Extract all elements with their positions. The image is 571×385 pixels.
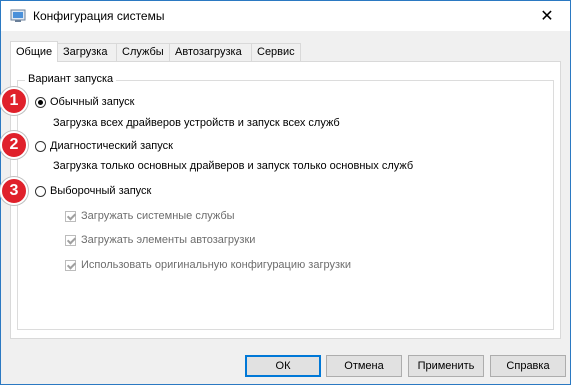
radio-button-checked[interactable] [35, 96, 46, 108]
load-system-services-label: Загружать системные службы [81, 210, 235, 222]
tab-boot[interactable]: Загрузка [57, 43, 117, 61]
help-button[interactable]: Справка [490, 355, 566, 377]
number-badge-2: 2 [0, 131, 28, 159]
selective-startup-radio[interactable]: Выборочный запуск [35, 185, 151, 197]
use-original-boot-config-checkbox: Использовать оригинальную конфигурацию з… [65, 259, 351, 271]
tab-tools[interactable]: Сервис [251, 43, 301, 61]
system-configuration-window: Конфигурация системы ✕ Общие Загрузка Сл… [0, 0, 571, 385]
group-legend: Вариант запуска [25, 73, 117, 85]
tab-services[interactable]: Службы [116, 43, 170, 61]
diagnostic-startup-label: Диагностический запуск [50, 140, 173, 152]
title-bar: Конфигурация системы ✕ [1, 1, 570, 31]
normal-startup-description: Загрузка всех драйверов устройств и запу… [53, 117, 340, 129]
radio-button[interactable] [35, 140, 46, 152]
close-icon: ✕ [540, 8, 554, 25]
close-button[interactable]: ✕ [524, 1, 570, 31]
radio-button[interactable] [35, 185, 46, 197]
number-badge-3: 3 [0, 177, 28, 205]
checkbox-disabled-checked [65, 259, 76, 271]
load-startup-items-label: Загружать элементы автозагрузки [81, 234, 256, 246]
selective-startup-label: Выборочный запуск [50, 185, 152, 197]
number-badge-1: 1 [0, 87, 28, 115]
window-title: Конфигурация системы [33, 9, 165, 23]
checkbox-disabled-checked [65, 210, 76, 222]
load-system-services-checkbox: Загружать системные службы [65, 210, 235, 222]
normal-startup-label: Обычный запуск [50, 96, 135, 108]
diagnostic-startup-radio[interactable]: Диагностический запуск [35, 140, 173, 152]
normal-startup-radio[interactable]: Обычный запуск [35, 96, 134, 108]
tab-startup[interactable]: Автозагрузка [169, 43, 252, 61]
ok-button[interactable]: ОК [245, 355, 321, 377]
use-original-boot-config-label: Использовать оригинальную конфигурацию з… [81, 259, 351, 271]
checkbox-disabled-checked [65, 234, 76, 246]
tab-general[interactable]: Общие [10, 41, 58, 62]
load-startup-items-checkbox: Загружать элементы автозагрузки [65, 234, 255, 246]
msconfig-app-icon [10, 9, 26, 22]
apply-button[interactable]: Применить [408, 355, 484, 377]
diagnostic-startup-description: Загрузка только основных драйверов и зап… [53, 160, 414, 172]
cancel-button[interactable]: Отмена [326, 355, 402, 377]
